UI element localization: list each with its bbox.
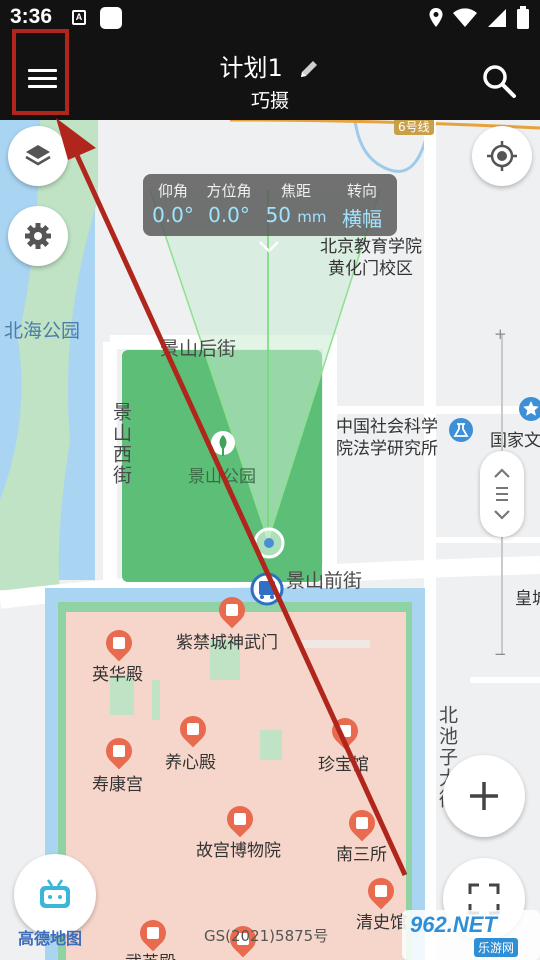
jingshan-hou-street-label: 景山后街 [160, 338, 237, 360]
battery-icon [517, 6, 529, 29]
plan-title: 计划1 [219, 54, 283, 82]
camera-position-marker[interactable] [252, 526, 286, 560]
zoom-slider-handle[interactable] [480, 451, 524, 537]
plan-subtitle: 巧摄 [250, 90, 289, 112]
nansansuo-label: 南三所 [336, 845, 387, 865]
azimuth-value: 0.0° [208, 203, 250, 227]
school-campus-label: 黄化门校区 [328, 259, 413, 279]
expand-panel-chevron-icon[interactable] [258, 240, 280, 254]
status-bar: 3:36 A [0, 0, 540, 36]
my-location-icon [487, 141, 517, 171]
palace-museum-label: 故宫博物院 [196, 841, 281, 861]
qingshiguan-label: 清史馆 [356, 913, 407, 933]
focal-value: 50 [265, 203, 291, 227]
notification-app-icon [100, 7, 122, 29]
watermark-domain: 962.NET [410, 912, 497, 937]
wuhuadian-label: 英华殿 [92, 665, 143, 685]
focal-value-row: 50 mm [263, 203, 329, 227]
beihai-park-label: 北海公园 [4, 320, 81, 342]
focal-column: 焦距 50 mm [263, 180, 329, 227]
jingshan-qian-street-label: 景山前街 [286, 570, 363, 592]
layers-icon [25, 145, 51, 166]
poi-bus-icon[interactable] [250, 572, 284, 606]
azimuth-column: 方位角 0.0° [203, 180, 255, 227]
edit-pencil-icon[interactable] [298, 58, 320, 80]
azimuth-label: 方位角 [206, 182, 252, 200]
elevation-value: 0.0° [152, 203, 194, 227]
locate-button[interactable] [472, 126, 532, 186]
site-watermark: 962.NET 乐游网 [402, 910, 540, 960]
shoukanggong-label: 寿康宫 [92, 775, 143, 795]
location-icon [429, 8, 443, 27]
poi-national-icon[interactable] [518, 396, 540, 422]
slider-grip-icon [494, 468, 510, 520]
orientation-value: 横幅 [342, 207, 382, 231]
cass-label-2: 院法学研究所 [336, 439, 438, 459]
orientation-column: 转向 横幅 [337, 180, 387, 232]
hamburger-menu-icon[interactable] [28, 69, 57, 89]
jingshan-park-label: 景山公园 [188, 467, 256, 487]
focal-unit: mm [297, 208, 327, 226]
elevation-column: 仰角 0.0° [151, 180, 195, 227]
national-label: 国家文 [490, 431, 540, 451]
zhenbaoguan-label: 珍宝馆 [318, 755, 369, 775]
shenwumen-label: 紫禁城神武门 [176, 633, 278, 653]
focal-label: 焦距 [280, 182, 311, 200]
assistant-button[interactable] [14, 854, 96, 936]
layers-button[interactable] [8, 126, 68, 186]
poi-jingshan-park-icon[interactable] [210, 430, 236, 460]
zoom-in-button[interactable] [443, 755, 525, 837]
tv-mascot-icon [40, 879, 70, 908]
search-icon[interactable] [480, 62, 518, 100]
camera-info-panel[interactable]: 仰角 0.0° 方位角 0.0° 焦距 50 mm 转向 横幅 [143, 174, 397, 236]
status-icons [428, 6, 530, 30]
huang-label: 皇城 [515, 589, 540, 609]
plus-icon [470, 782, 498, 810]
poi-cass-icon[interactable] [448, 417, 474, 443]
zoom-slider-minus: − [494, 645, 507, 663]
watermark-site-name: 乐游网 [474, 938, 519, 957]
signal-icon [488, 9, 506, 27]
gear-icon [25, 223, 51, 249]
metro-line-label: 6号线 [394, 120, 434, 135]
elevation-label: 仰角 [157, 182, 188, 200]
notification-a-icon: A [72, 10, 86, 25]
amap-provider-logo: 高德地图 [18, 929, 83, 948]
wifi-icon [453, 8, 477, 27]
settings-button[interactable] [8, 206, 68, 266]
top-app-bar: 计划1 巧摄 [0, 36, 540, 120]
map-license-text: GS(2021)5875号 [204, 927, 329, 945]
orientation-label: 转向 [346, 182, 377, 200]
status-time: 3:36 [10, 5, 53, 28]
yangxindian-label: 养心殿 [165, 753, 216, 773]
plan-title-row[interactable]: 计划1 [0, 48, 540, 83]
jingshan-xi-street-label: 景山西街 [110, 402, 132, 486]
